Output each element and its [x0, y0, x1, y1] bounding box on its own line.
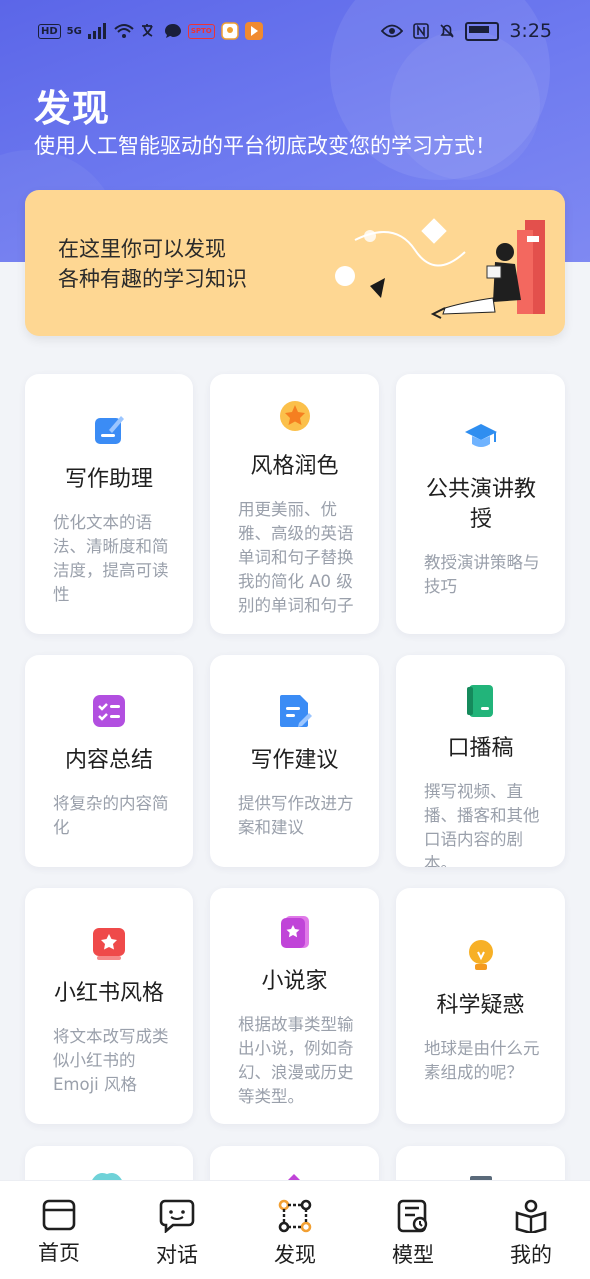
banner-text: 在这里你可以发现 各种有趣的学习知识	[58, 234, 247, 294]
status-bar: HD 5G SPTO 3:25	[0, 0, 590, 66]
nav-chat[interactable]: 对话	[137, 1199, 217, 1269]
nav-discover-label: 发现	[274, 1243, 316, 1267]
card-title: 写作助理	[64, 467, 153, 492]
nav-home[interactable]: 首页	[19, 1199, 99, 1267]
browser-window-icon	[42, 1199, 76, 1231]
card-desc: 用更美丽、优雅、高级的英语单词和句子替换我的简化 A0 级别的单词和句子	[238, 500, 354, 615]
card-title: 口播稿	[447, 736, 514, 761]
pen-doc-icon	[279, 695, 312, 727]
mute-bell-icon	[440, 24, 454, 38]
profile-book-icon	[515, 1199, 547, 1233]
card-title: 公共演讲教授	[425, 477, 536, 532]
red-star-icon	[93, 928, 125, 960]
card-desc: 提供写作改进方案和建议	[238, 794, 354, 837]
lightbulb-icon	[468, 940, 493, 970]
bottom-nav: 首页 对话 发现 模型 我的	[0, 1180, 590, 1279]
card-title: 风格润色	[250, 454, 339, 479]
card-script-writer[interactable]: 口播稿 撰写视频、直播、播客和其他口语内容的剧本。	[396, 655, 565, 867]
hd-indicator: HD	[38, 23, 61, 39]
nfc-icon	[413, 23, 430, 39]
card-desc: 地球是由什么元素组成的呢？	[424, 1039, 540, 1082]
page-subtitle: 使用人工智能驱动的平台彻底改变您的学习方式！	[34, 134, 496, 158]
signal-label: 5G	[66, 25, 82, 37]
card-desc: 将文本改写成类似小红书的 Emoji 风格	[53, 1027, 169, 1094]
app-badge-icon: SPTO	[187, 23, 215, 39]
translate-icon	[141, 24, 153, 37]
star-badge-icon	[279, 401, 310, 431]
play-app-icon	[244, 22, 263, 40]
message-icon	[164, 24, 181, 38]
banner-line-1: 在这里你可以发现	[58, 237, 226, 261]
checklist-icon	[93, 695, 125, 727]
card-title: 科学疑惑	[436, 993, 525, 1018]
status-time: 3:25	[509, 20, 552, 42]
nav-discover[interactable]: 发现	[255, 1199, 335, 1269]
card-desc: 优化文本的语法、清晰度和简洁度，提高可读性	[53, 513, 169, 604]
card-title: 小红书风格	[53, 981, 164, 1006]
card-desc: 根据故事类型输出小说，例如奇幻、浪漫或历史等类型。	[238, 1015, 354, 1106]
nav-profile-label: 我的	[510, 1243, 552, 1267]
status-right: 3:25	[381, 20, 552, 42]
model-book-icon	[397, 1199, 428, 1233]
wifi-icon	[114, 24, 134, 38]
card-public-speaking[interactable]: 公共演讲教授 教授演讲策略与技巧	[396, 374, 565, 634]
promo-banner[interactable]: 在这里你可以发现 各种有趣的学习知识	[25, 190, 565, 336]
chat-face-icon	[159, 1199, 195, 1233]
discover-nodes-icon	[278, 1199, 312, 1233]
page-title: 发现	[34, 87, 110, 130]
card-science-questions[interactable]: 科学疑惑 地球是由什么元素组成的呢？	[396, 888, 565, 1124]
card-desc: 将复杂的内容简化	[53, 794, 169, 837]
eye-icon	[381, 24, 404, 38]
signal-icon	[87, 23, 106, 39]
novel-icon	[280, 916, 309, 948]
nav-model-label: 模型	[392, 1243, 434, 1267]
battery-icon	[465, 21, 500, 41]
card-writing-advice[interactable]: 写作建议 提供写作改进方案和建议	[210, 655, 379, 867]
card-title: 写作建议	[250, 748, 339, 773]
edit-doc-icon	[95, 416, 124, 444]
card-desc: 教授演讲策略与技巧	[424, 553, 540, 596]
card-style-polish[interactable]: 风格润色 用更美丽、优雅、高级的英语单词和句子替换我的简化 A0 级别的单词和句…	[210, 374, 379, 634]
card-writing-assistant[interactable]: 写作助理 优化文本的语法、清晰度和简洁度，提高可读性	[25, 374, 193, 634]
nav-profile[interactable]: 我的	[491, 1199, 571, 1269]
reading-person-illustration	[335, 218, 545, 319]
status-left: HD 5G SPTO	[38, 22, 263, 40]
nav-home-label: 首页	[38, 1241, 80, 1265]
card-novelist[interactable]: 小说家 根据故事类型输出小说，例如奇幻、浪漫或历史等类型。	[210, 888, 379, 1124]
app-notification-icon	[221, 22, 239, 40]
card-content-summary[interactable]: 内容总结 将复杂的内容简化	[25, 655, 193, 867]
card-title: 内容总结	[64, 748, 153, 773]
nav-chat-label: 对话	[156, 1243, 198, 1267]
card-title: 小说家	[261, 969, 328, 994]
card-desc: 撰写视频、直播、播客和其他口语内容的剧本。	[424, 782, 540, 867]
card-xiaohongshu-style[interactable]: 小红书风格 将文本改写成类似小红书的 Emoji 风格	[25, 888, 193, 1124]
book-icon	[466, 685, 493, 717]
graduation-cap-icon	[464, 424, 497, 447]
banner-line-2: 各种有趣的学习知识	[58, 267, 247, 291]
nav-model[interactable]: 模型	[373, 1199, 453, 1269]
